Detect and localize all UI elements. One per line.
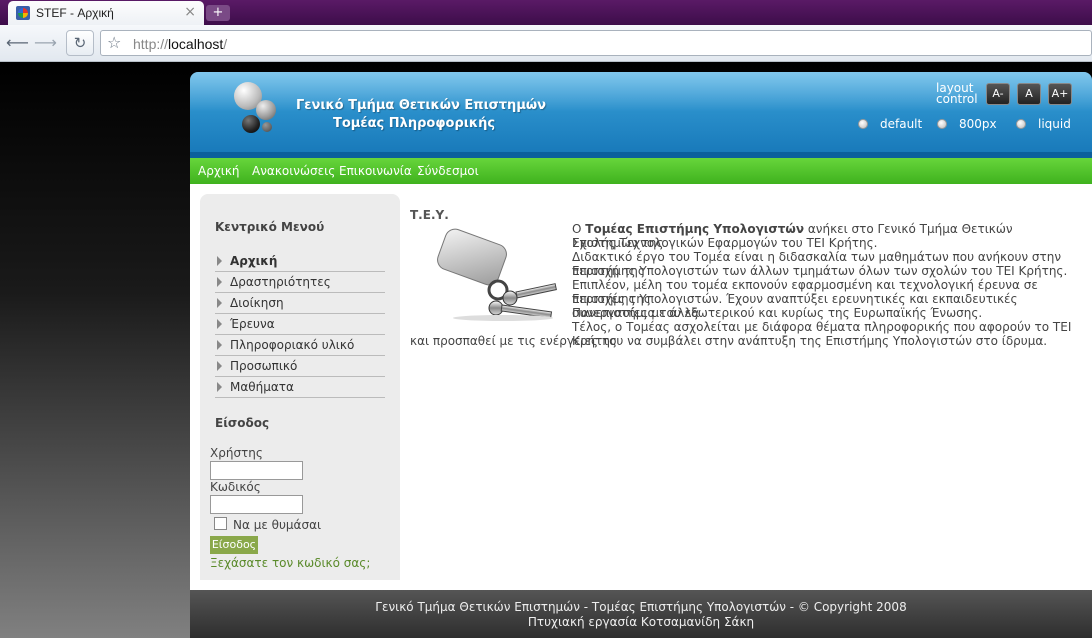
- browser-toolbar: ⟵ ⟶ ↻ ☆ http://localhost/: [0, 25, 1092, 62]
- site-logo: [230, 82, 290, 142]
- nav-link-links[interactable]: Σύνδεσμοι: [417, 164, 479, 178]
- font-decrease-button[interactable]: A-: [986, 83, 1010, 105]
- top-navigation: Αρχική Ανακοινώσεις Επικοινωνία Σύνδεσμο…: [190, 158, 1092, 184]
- browser-tab[interactable]: STEF - Αρχική ×: [8, 1, 204, 25]
- address-bar[interactable]: ☆ http://localhost/: [100, 30, 1092, 56]
- footer-credits: Πτυχιακή εργασία Κοτσαμανίδη Σάκη: [527, 615, 755, 629]
- radio-icon[interactable]: [1016, 118, 1026, 129]
- layout-option-default[interactable]: default: [858, 116, 922, 131]
- username-label: Χρήστης: [210, 446, 263, 460]
- site-favicon-icon: [16, 6, 30, 20]
- site-footer: Γενικό Τμήμα Θετικών Επιστημών - Τομέας …: [190, 590, 1092, 638]
- site-subtitle: Τομέας Πληροφορικής: [333, 116, 496, 131]
- login-button[interactable]: Είσοδος: [210, 536, 258, 554]
- sidebar-item-info-material[interactable]: Πληροφοριακό υλικό: [215, 336, 385, 356]
- password-label: Κωδικός: [210, 480, 261, 494]
- article-line: Επιστήμης Υπολογιστών των άλλων τμημάτων…: [572, 264, 1068, 278]
- remember-me-checkbox[interactable]: [214, 517, 227, 530]
- site-title: Γενικό Τμήμα Θετικών Επιστημών: [296, 98, 547, 113]
- sidebar-item-home[interactable]: Αρχική: [215, 252, 385, 272]
- font-reset-button[interactable]: A: [1017, 83, 1041, 105]
- arrow-right-icon: [217, 256, 222, 266]
- layout-control-label: layout control: [936, 81, 978, 106]
- sidebar-item-staff[interactable]: Προσωπικό: [215, 357, 385, 377]
- remember-me-label: Να με θυμάσαι: [233, 518, 322, 532]
- arrow-right-icon: [217, 277, 222, 287]
- back-arrow-icon[interactable]: ⟵: [6, 32, 29, 54]
- arrow-right-icon: [217, 319, 222, 329]
- reload-icon[interactable]: ↻: [66, 30, 94, 56]
- page-viewport: Γενικό Τμήμα Θετικών Επιστημών Τομέας Πλ…: [0, 62, 1092, 638]
- login-title: Είσοδος: [215, 416, 270, 430]
- sidebar: Κεντρικό Μενού Αρχική Δραστηριότητες Διο…: [200, 194, 400, 580]
- article-heading: Τ.Ε.Υ.: [410, 208, 449, 222]
- footer-copyright: Γενικό Τμήμα Θετικών Επιστημών - Τομέας …: [375, 600, 907, 614]
- close-tab-icon[interactable]: ×: [184, 4, 196, 20]
- username-field[interactable]: [210, 461, 303, 480]
- arrow-right-icon: [217, 382, 222, 392]
- arrow-right-icon: [217, 298, 222, 308]
- article-line: και προσπαθεί με τις ενέργειες του να συ…: [410, 334, 1048, 348]
- password-field[interactable]: [210, 495, 303, 514]
- radio-icon[interactable]: [937, 118, 947, 129]
- keys-image: [437, 228, 557, 321]
- new-tab-button[interactable]: +: [206, 5, 230, 21]
- forgot-password-link[interactable]: Ξεχάσατε τον κωδικό σας;: [210, 556, 370, 570]
- tab-title: STEF - Αρχική: [36, 6, 114, 20]
- layout-option-liquid[interactable]: liquid: [1016, 116, 1071, 131]
- browser-tab-bar: STEF - Αρχική × +: [0, 0, 1092, 25]
- article-line: Σχολής Τεχνολογικών Εφαρμογών του ΤΕΙ Κρ…: [572, 236, 878, 250]
- layout-option-800px[interactable]: 800px: [937, 116, 997, 131]
- arrow-right-icon: [217, 340, 222, 350]
- bookmark-star-icon[interactable]: ☆: [107, 33, 121, 52]
- url-text[interactable]: http://localhost/: [133, 36, 227, 52]
- nav-link-announcements[interactable]: Ανακοινώσεις: [252, 164, 335, 178]
- sidebar-item-administration[interactable]: Διοίκηση: [215, 294, 385, 314]
- nav-link-contact[interactable]: Επικοινωνία: [339, 164, 412, 178]
- arrow-right-icon: [217, 361, 222, 371]
- sidebar-item-research[interactable]: Έρευνα: [215, 315, 385, 335]
- site-container: Γενικό Τμήμα Θετικών Επιστημών Τομέας Πλ…: [190, 72, 1092, 638]
- forward-arrow-icon[interactable]: ⟶: [34, 32, 57, 54]
- sidebar-item-courses[interactable]: Μαθήματα: [215, 378, 385, 398]
- main-menu-title: Κεντρικό Μενού: [215, 220, 325, 234]
- sidebar-item-activities[interactable]: Δραστηριότητες: [215, 273, 385, 293]
- content-area: Κεντρικό Μενού Αρχική Δραστηριότητες Διο…: [190, 184, 1092, 590]
- site-header: Γενικό Τμήμα Θετικών Επιστημών Τομέας Πλ…: [190, 72, 1092, 158]
- font-increase-button[interactable]: A+: [1048, 83, 1072, 105]
- radio-icon[interactable]: [858, 118, 868, 129]
- nav-link-home[interactable]: Αρχική: [198, 164, 240, 178]
- article-line: Πανεπιστήμια του εξωτερικού και κυρίως τ…: [572, 306, 983, 320]
